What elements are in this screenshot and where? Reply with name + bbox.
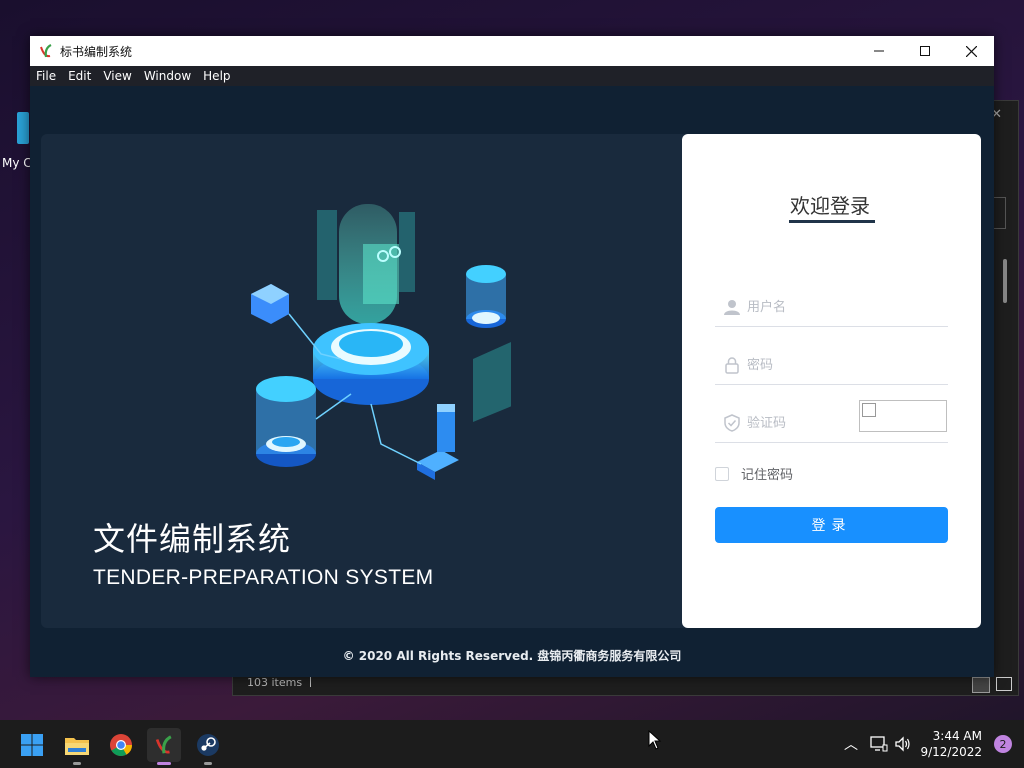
close-button[interactable]	[948, 36, 994, 66]
item-count: 103 items	[247, 676, 303, 689]
hero-title: 文件编制系统	[93, 520, 292, 558]
app-logo-icon	[40, 44, 52, 58]
active-indicator	[157, 762, 171, 765]
maximize-button[interactable]	[902, 36, 948, 66]
taskbar-chrome[interactable]	[104, 728, 138, 762]
desktop-icon-label: My C	[2, 156, 32, 170]
login-panel: 欢迎登录 用户名 验证码 记住密码 登录	[682, 134, 981, 628]
shield-check-icon	[724, 414, 740, 432]
clock-time: 3:44 AM	[932, 729, 982, 743]
app-logo-icon	[155, 735, 172, 754]
explorer-scrollbar[interactable]	[1003, 259, 1007, 303]
folder-icon	[65, 738, 89, 755]
taskbar-steam[interactable]	[191, 728, 225, 765]
login-title-underline	[789, 220, 875, 223]
network-icon[interactable]	[870, 736, 888, 752]
menu-help[interactable]: Help	[203, 69, 230, 83]
login-button[interactable]: 登录	[715, 507, 948, 543]
details-view-icon[interactable]	[972, 677, 990, 693]
start-button[interactable]	[15, 728, 49, 762]
app-window: 标书编制系统 File Edit View Window Help 文件编制系统…	[30, 36, 994, 677]
copyright-footer: © 2020 All Rights Reserved. 盘锦丙衢商务服务有限公司	[342, 649, 682, 663]
app-client-area: 文件编制系统 TENDER-PREPARATION SYSTEM 欢迎登录 用户…	[30, 86, 994, 677]
lock-icon	[725, 357, 739, 374]
clock-date: 9/12/2022	[920, 745, 982, 759]
minimize-button[interactable]	[856, 36, 902, 66]
chevron-up-icon[interactable]: ︿	[844, 734, 858, 754]
remember-label: 记住密码	[741, 468, 794, 483]
taskbar-tender-app[interactable]	[147, 728, 181, 765]
menu-edit[interactable]: Edit	[68, 69, 91, 83]
username-input[interactable]	[745, 296, 879, 318]
maximize-icon	[920, 46, 930, 56]
running-indicator	[204, 762, 212, 765]
menu-view[interactable]: View	[103, 69, 131, 83]
menu-bar: File Edit View Window Help	[30, 66, 994, 86]
running-indicator	[73, 762, 81, 765]
taskbar-clock[interactable]: 3:44 AM 9/12/2022	[920, 728, 982, 760]
broken-image-icon	[862, 403, 876, 417]
password-input[interactable]	[745, 354, 879, 376]
menu-window[interactable]: Window	[144, 69, 191, 83]
taskbar-file-explorer[interactable]	[60, 728, 94, 765]
login-title: 欢迎登录	[790, 194, 870, 218]
captcha-image[interactable]	[859, 400, 947, 432]
window-title: 标书编制系统	[60, 44, 133, 59]
close-icon	[965, 45, 977, 57]
user-icon	[724, 300, 740, 315]
minimize-icon	[874, 50, 884, 52]
computer-icon	[17, 112, 29, 144]
system-tray: ︿	[844, 720, 912, 768]
menu-file[interactable]: File	[36, 69, 56, 83]
windows-logo-icon	[21, 734, 43, 756]
explorer-status-bar: 103 items	[247, 676, 312, 689]
hero-subtitle: TENDER-PREPARATION SYSTEM	[93, 566, 434, 589]
captcha-field	[715, 400, 948, 443]
mouse-cursor-icon	[648, 730, 662, 750]
steam-icon	[197, 734, 219, 756]
username-field	[715, 286, 948, 327]
notification-badge[interactable]: 2	[994, 735, 1012, 753]
hero-panel: 文件编制系统 TENDER-PREPARATION SYSTEM	[41, 134, 686, 628]
password-field	[715, 344, 948, 385]
remember-checkbox[interactable]	[715, 466, 729, 481]
captcha-input[interactable]	[745, 412, 849, 434]
chrome-icon	[110, 734, 132, 756]
server-illustration	[251, 204, 511, 480]
volume-icon[interactable]	[894, 736, 912, 752]
large-icons-view-icon[interactable]	[996, 677, 1012, 691]
remember-password[interactable]: 记住密码	[715, 464, 793, 483]
status-divider	[310, 677, 312, 687]
title-bar[interactable]: 标书编制系统	[30, 36, 994, 66]
taskbar: ︿ 3:44 AM 9/12/2022 2	[0, 720, 1024, 768]
